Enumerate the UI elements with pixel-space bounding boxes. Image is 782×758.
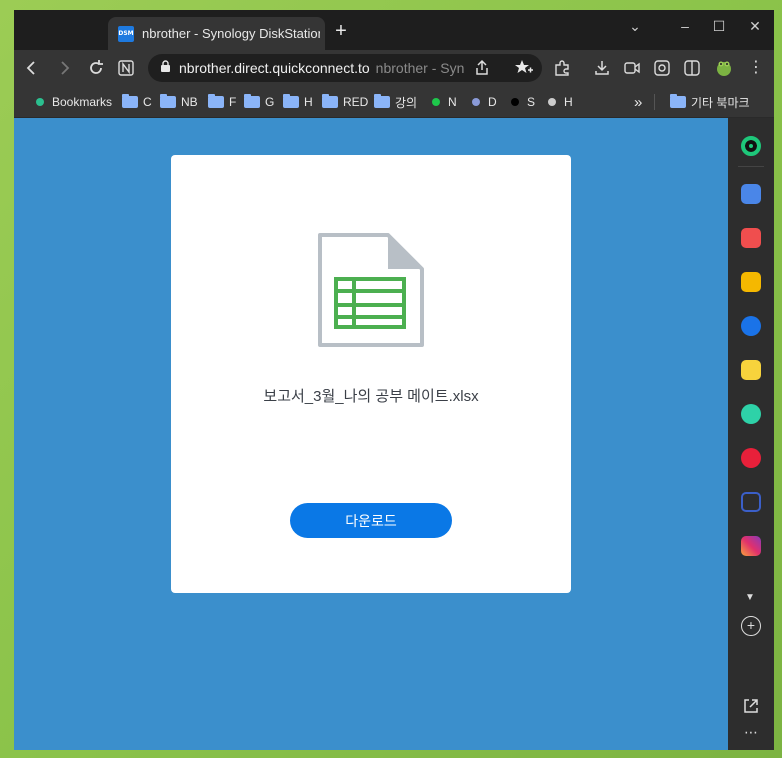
- download-icon[interactable]: [592, 58, 612, 78]
- download-button[interactable]: 다운로드: [290, 503, 452, 538]
- bookmark-item[interactable]: N: [432, 94, 457, 110]
- title-bar: DSM nbrother - Synology DiskStation + ⌄ …: [14, 10, 774, 50]
- add-panel-icon[interactable]: +: [741, 616, 761, 636]
- bookmark-item[interactable]: H: [548, 94, 573, 110]
- folder-icon: [244, 94, 260, 108]
- briefcase-icon[interactable]: [741, 184, 761, 204]
- page-content: 보고서_3월_나의 공부 메이트.xlsx 다운로드: [14, 118, 728, 750]
- music-icon[interactable]: [741, 448, 761, 468]
- folder-icon: [122, 94, 138, 108]
- naver-extension-icon[interactable]: [116, 58, 136, 78]
- url-text: nbrother.direct.quickconnect.to: [179, 60, 370, 76]
- bookmark-label: H: [304, 95, 313, 109]
- memo-icon[interactable]: [741, 360, 761, 380]
- dsm-favicon-icon: DSM: [118, 25, 134, 42]
- sidebar-toggle-icon[interactable]: [682, 58, 702, 78]
- close-icon[interactable]: ✕: [740, 14, 770, 38]
- bookmarks-overflow-button[interactable]: »: [634, 94, 642, 111]
- bookmarks-divider: [654, 94, 655, 110]
- reload-icon[interactable]: [86, 58, 106, 78]
- file-share-card: 보고서_3월_나의 공부 메이트.xlsx 다운로드: [171, 155, 571, 593]
- bookmark-label: F: [229, 95, 237, 109]
- bookmark-label: H: [564, 95, 573, 109]
- profile-avatar-icon[interactable]: [714, 58, 734, 78]
- file-name: 보고서_3월_나의 공부 메이트.xlsx: [263, 388, 479, 405]
- instagram-icon[interactable]: [741, 536, 761, 556]
- folder-icon: [283, 94, 299, 108]
- video-capture-icon[interactable]: [622, 58, 642, 78]
- bookmark-label: RED: [343, 95, 369, 109]
- browser-window: DSM nbrother - Synology DiskStation + ⌄ …: [14, 10, 774, 750]
- menu-dots-icon[interactable]: ⋮: [746, 58, 766, 78]
- bookmark-label: S: [527, 95, 536, 109]
- edit-icon[interactable]: [741, 492, 761, 512]
- active-tab[interactable]: DSM nbrother - Synology DiskStation: [108, 17, 325, 50]
- bookmark-label: 기타 북마크: [691, 95, 750, 110]
- bookmark-dot-icon: [36, 98, 44, 106]
- screenshot-icon[interactable]: [652, 58, 672, 78]
- browser-toolbar: nbrother.direct.quickconnect.to nbrother…: [14, 50, 774, 86]
- bookmark-folder[interactable]: 강의: [374, 94, 417, 110]
- folder-icon: [322, 94, 338, 108]
- bookmark-dot-icon: [432, 98, 440, 106]
- back-icon[interactable]: [22, 58, 42, 78]
- other-bookmarks-folder[interactable]: 기타 북마크: [670, 94, 750, 110]
- media-play-icon[interactable]: [741, 404, 761, 424]
- bookmark-dot-icon: [548, 98, 556, 106]
- pocket-icon[interactable]: [741, 228, 761, 248]
- page-title-hint: nbrother - Synology DiskStation: [375, 60, 464, 76]
- bookmark-folder[interactable]: H: [283, 94, 313, 110]
- lock-icon: [160, 60, 171, 76]
- bookmark-folder[interactable]: G: [244, 94, 274, 110]
- papago-icon[interactable]: [741, 316, 761, 336]
- bookmark-dot-icon: [511, 98, 519, 106]
- side-panel: ▼ + ⋯: [728, 118, 774, 750]
- more-options-icon[interactable]: ⋯: [741, 724, 761, 741]
- bookmark-item[interactable]: S: [511, 94, 535, 110]
- folder-icon: [160, 94, 176, 108]
- side-panel-divider: [738, 166, 764, 167]
- whale-space-icon[interactable]: [741, 136, 761, 156]
- bookmark-folder[interactable]: RED: [322, 94, 368, 110]
- share-icon[interactable]: [472, 58, 492, 78]
- bookmark-dot-icon: [472, 98, 480, 106]
- expand-down-icon[interactable]: ▼: [745, 592, 755, 603]
- bookmark-label: 강의: [395, 95, 418, 110]
- bookmark-label: Bookmarks: [52, 95, 113, 109]
- tab-search-icon[interactable]: ⌄: [620, 14, 650, 38]
- tab-title: nbrother - Synology DiskStation: [142, 26, 320, 41]
- bookmark-label: N: [448, 95, 457, 109]
- spreadsheet-file-icon: [318, 233, 424, 347]
- extensions-icon[interactable]: [552, 58, 572, 78]
- folder-icon: [670, 94, 686, 108]
- minimize-icon[interactable]: –: [670, 14, 700, 38]
- bookmarks-bar: Bookmarks C NB F G H RED 강의 N D S H » 기타…: [14, 86, 774, 118]
- bookmark-item[interactable]: D: [472, 94, 497, 110]
- bookmark-star-icon[interactable]: [514, 58, 534, 78]
- bookmark-label: D: [488, 95, 497, 109]
- forward-icon[interactable]: [54, 58, 74, 78]
- bookmark-label: C: [143, 95, 152, 109]
- bookmark-label: G: [265, 95, 275, 109]
- bookmark-label: NB: [181, 95, 198, 109]
- open-external-icon[interactable]: [741, 696, 761, 716]
- bookmark-folder[interactable]: NB: [160, 94, 198, 110]
- folder-icon: [208, 94, 224, 108]
- favorites-star-icon[interactable]: [741, 272, 761, 292]
- bookmark-folder[interactable]: C: [122, 94, 152, 110]
- bookmark-folder[interactable]: F: [208, 94, 236, 110]
- maximize-icon[interactable]: ☐: [704, 14, 734, 38]
- folder-icon: [374, 94, 390, 108]
- new-tab-button[interactable]: +: [330, 20, 352, 42]
- bookmark-item[interactable]: Bookmarks: [36, 94, 112, 110]
